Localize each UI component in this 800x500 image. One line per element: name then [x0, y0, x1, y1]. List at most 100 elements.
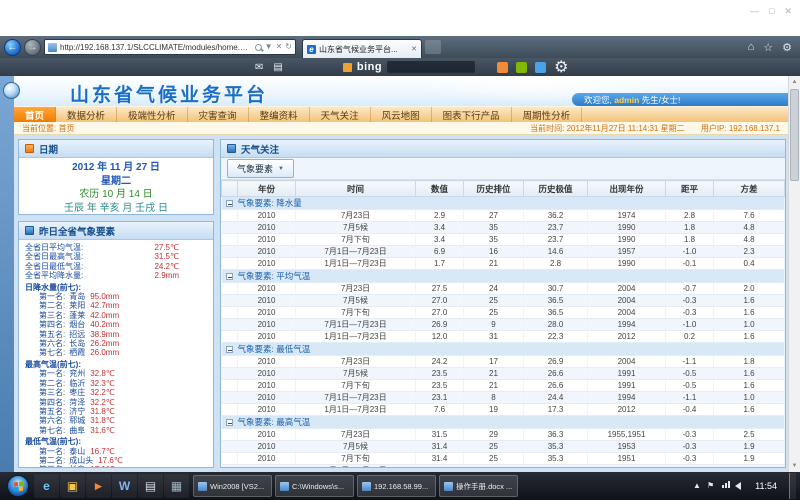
weather-focus-icon	[227, 144, 236, 153]
table-row[interactable]: 20107月23日24.21726.92004-1.11.8	[222, 356, 785, 368]
table-row[interactable]: 20107月1日—7月23日6.91614.61957-1.02.3	[222, 246, 785, 258]
table-row[interactable]: 20101月1日—7月23日12.03122.320120.21.6	[222, 331, 785, 343]
address-bar[interactable]: http://192.168.137.1/SLCCLIMATE/modules/…	[44, 39, 296, 55]
table-row[interactable]: 20101月1日—7月23日7.61917.32012-0.41.6	[222, 404, 785, 416]
nav-item-4[interactable]: 灾害查询	[188, 107, 249, 122]
nav-item-1[interactable]: 首页	[14, 107, 56, 122]
table-row[interactable]: 20107月下旬3.43523.719901.84.8	[222, 234, 785, 246]
weather-rank-line: 第二名:莱阳42.7mm	[25, 301, 207, 310]
group-toggle-icon[interactable]	[226, 273, 233, 280]
table-row[interactable]: 20107月23日31.52936.31955,1951-0.32.5	[222, 429, 785, 441]
table-row[interactable]: 20107月下旬31.42535.31951-0.31.9	[222, 453, 785, 465]
toolbar-gear-icon[interactable]: ⚙	[554, 57, 568, 77]
home-icon[interactable]: ⌂	[748, 41, 755, 53]
taskbar-media-player-icon[interactable]: ►	[86, 474, 111, 498]
window-maximize-button[interactable]: □	[769, 6, 774, 17]
search-icon[interactable]	[255, 44, 262, 51]
favorites-icon[interactable]: ☆	[763, 41, 773, 54]
table-row[interactable]: 20107月5候23.52126.61991-0.51.6	[222, 368, 785, 380]
messenger-icon[interactable]	[516, 62, 527, 73]
table-cell: 1990	[588, 258, 666, 270]
nav-item-5[interactable]: 整编资料	[249, 107, 310, 122]
nav-item-9[interactable]: 周期性分析	[512, 107, 583, 122]
address-dropdown-icon[interactable]: ▼	[265, 43, 273, 51]
back-button[interactable]: ←	[4, 39, 21, 56]
bing-toolbar: bing	[343, 61, 475, 73]
table-row[interactable]: 20107月1日—7月23日26.9928.01994-1.01.0	[222, 319, 785, 331]
nav-item-2[interactable]: 数据分析	[56, 107, 117, 122]
table-cell: 2004	[588, 283, 666, 295]
table-row[interactable]: 20107月下旬27.02536.52004-0.31.6	[222, 307, 785, 319]
table-row[interactable]: 20107月1日—7月23日31.5933.01967-1.01.1	[222, 465, 785, 468]
browser-action-icons: ⌂ ☆ ⚙	[748, 41, 796, 54]
nav-item-8[interactable]: 图表下行产品	[432, 107, 512, 122]
taskbar-window-button[interactable]: 192.168.58.99...	[357, 475, 436, 497]
group-toggle-icon[interactable]	[226, 346, 233, 353]
element-select-button[interactable]: 气象要素 ▼	[227, 159, 294, 178]
table-row[interactable]: 20101月1日—7月23日1.7212.81990-0.10.4	[222, 258, 785, 270]
skydrive-icon[interactable]	[535, 62, 546, 73]
taskbar-terminal-icon[interactable]: ▦	[164, 474, 189, 498]
table-row[interactable]: 20107月5候31.42535.31953-0.31.9	[222, 441, 785, 453]
table-cell: 36.2	[524, 210, 588, 222]
print-icon[interactable]: ▤	[273, 62, 282, 73]
tools-icon[interactable]: ⚙	[782, 41, 792, 54]
start-button[interactable]	[7, 475, 29, 497]
taskbar-explorer-icon[interactable]: ▣	[60, 474, 85, 498]
taskbar-clock[interactable]: 11:54	[749, 481, 783, 491]
table-row[interactable]: 20107月23日27.52430.72004-0.72.0	[222, 283, 785, 295]
mail-icon[interactable]: ✉	[255, 62, 263, 73]
network-icon[interactable]	[722, 485, 724, 488]
date-panel-title: 日期	[39, 142, 58, 156]
scroll-up-icon[interactable]: ▲	[789, 76, 800, 88]
group-label: 气象要素: 平均气温	[238, 271, 311, 281]
table-group-row[interactable]: 气象要素: 平均气温	[222, 270, 785, 283]
nav-item-7[interactable]: 风云地图	[371, 107, 432, 122]
welcome-prefix: 欢迎您,	[584, 94, 614, 106]
scrollbar-thumb[interactable]	[790, 89, 799, 181]
tab-close-icon[interactable]: ✕	[411, 45, 417, 53]
taskbar-window-button[interactable]: Win2008 [VS2...	[193, 475, 272, 497]
tab-favicon: e	[307, 45, 316, 54]
stop-icon[interactable]: ✕	[276, 43, 283, 51]
scroll-down-icon[interactable]: ▼	[789, 460, 800, 472]
taskbar-window-button[interactable]: 操作手册.docx ...	[439, 475, 518, 497]
hidden-icons-chevron[interactable]: ▲	[693, 482, 701, 490]
table-group-row[interactable]: 气象要素: 降水量	[222, 197, 785, 210]
bing-search-input[interactable]	[387, 61, 475, 73]
nav-item-3[interactable]: 极端性分析	[117, 107, 188, 122]
new-tab-button[interactable]	[425, 40, 441, 54]
table-cell: 3.4	[416, 234, 464, 246]
date-line: 2012 年 11 月 27 日	[23, 161, 209, 175]
nav-item-6[interactable]: 天气关注	[310, 107, 371, 122]
table-row[interactable]: 20107月下旬23.52126.61991-0.51.6	[222, 380, 785, 392]
vertical-scrollbar[interactable]: ▲ ▼	[788, 76, 800, 472]
action-center-icon[interactable]: ⚑	[707, 482, 714, 490]
show-desktop-button[interactable]	[789, 473, 796, 499]
url-text[interactable]: http://192.168.137.1/SLCCLIMATE/modules/…	[60, 43, 252, 52]
volume-icon[interactable]	[735, 482, 741, 490]
table-cell: 21	[464, 368, 524, 380]
refresh-icon[interactable]: ↻	[285, 43, 292, 51]
group-toggle-icon[interactable]	[226, 419, 233, 426]
table-group-row[interactable]: 气象要素: 最低气温	[222, 343, 785, 356]
windows-flag-icon	[14, 482, 23, 492]
table-row[interactable]: 20107月5候27.02536.52004-0.31.6	[222, 295, 785, 307]
table-row[interactable]: 20107月23日2.92736.219742.87.6	[222, 210, 785, 222]
window-minimize-button[interactable]: —	[750, 6, 759, 17]
table-group-row[interactable]: 气象要素: 最高气温	[222, 416, 785, 429]
table-row[interactable]: 20107月5候3.43523.719901.84.8	[222, 222, 785, 234]
taskbar-window-button[interactable]: C:\Windows\s...	[275, 475, 354, 497]
weather-icon[interactable]	[497, 62, 508, 73]
taskbar-notepad-icon[interactable]: ▤	[138, 474, 163, 498]
window-close-button[interactable]: ✕	[784, 6, 792, 17]
group-toggle-icon[interactable]	[226, 200, 233, 207]
table-cell: 2004	[588, 356, 666, 368]
taskbar-ie-icon[interactable]: e	[34, 474, 59, 498]
table-row[interactable]: 20107月1日—7月23日23.1824.41994-1.11.0	[222, 392, 785, 404]
table-cell: 1.6	[714, 380, 785, 392]
taskbar-word-icon[interactable]: W	[112, 474, 137, 498]
forward-button[interactable]: →	[24, 39, 41, 56]
browser-tab[interactable]: e 山东省气候业务平台... ✕	[302, 39, 422, 58]
window-button-icon	[444, 482, 453, 491]
